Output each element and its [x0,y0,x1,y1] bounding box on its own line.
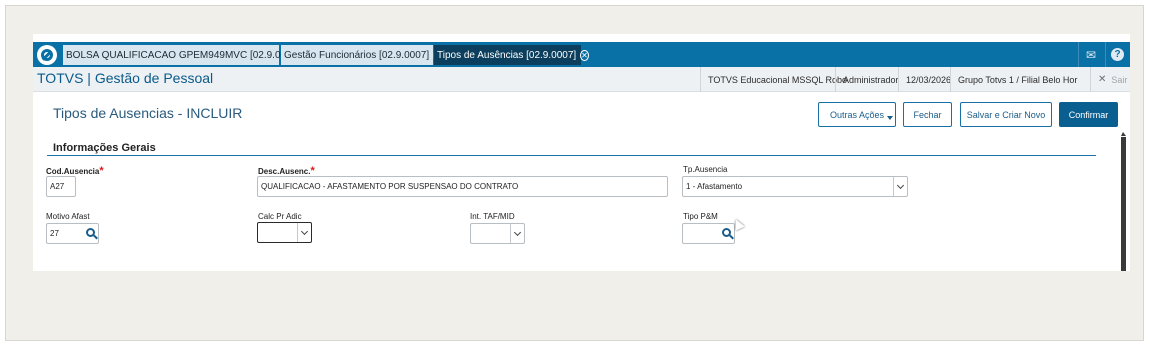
search-icon[interactable] [86,228,95,237]
other-actions-button[interactable]: Outras Ações [818,102,896,127]
tp-ausencia-select[interactable]: 1 - Afastamento [682,176,908,197]
other-actions-label: Outras Ações [829,109,885,120]
tab-bar: BOLSA QUALIFICACAO GPEM949MVC [02.9.0007… [33,42,1130,67]
app-header: TOTVS | Gestão de Pessoal TOTVS Educacio… [33,67,1130,92]
tab-bolsa-qualificacao[interactable]: BOLSA QUALIFICACAO GPEM949MVC [02.9.0007… [63,45,313,65]
divider [1078,42,1079,67]
tab-label: Gestão Funcionários [02.9.0007] [284,49,430,61]
chevron-down-icon[interactable] [510,224,524,243]
mail-icon[interactable]: ✉ [1081,46,1101,64]
page-title: Tipos de Ausencias - INCLUIR [53,105,243,121]
app-title: TOTVS | Gestão de Pessoal [37,70,214,86]
tab-label: BOLSA QUALIFICACAO GPEM949MVC [02.9.0007… [66,49,300,61]
required-mark: * [99,165,104,177]
motivo-afast-field[interactable]: 27 [46,223,99,244]
field-value: 27 [50,229,59,238]
int-taf-mid-label: Int. TAF/MID [470,212,515,221]
motivo-afast-label: Motivo Afast [46,212,90,221]
cod-ausencia-field[interactable]: A27 [46,176,76,197]
desc-ausenc-field[interactable]: QUALIFICACAO - AFASTAMENTO POR SUSPENSAO… [257,176,668,197]
exit-button[interactable]: ✕ Sair [1090,67,1130,92]
scrollbar[interactable] [1121,132,1126,271]
user-info[interactable]: Administrador [835,67,906,92]
close-button[interactable]: Fechar [903,102,952,127]
search-icon[interactable] [722,228,731,237]
caret-down-icon [887,116,893,120]
tp-ausencia-label: Tp.Ausencia [683,165,728,174]
label-text: Desc.Ausenc. [258,167,311,176]
section-divider [47,155,1096,156]
close-icon: ✕ [1098,74,1107,85]
chevron-down-icon[interactable] [893,177,907,196]
tipo-pm-field[interactable] [682,223,735,244]
app-container: BOLSA QUALIFICACAO GPEM949MVC [02.9.0007… [33,34,1130,271]
tab-tipos-de-ausencias[interactable]: Tipos de Ausências [02.9.0007] ✕ [434,45,589,65]
calc-pr-adic-label: Calc Pr Adic [258,212,302,221]
calc-pr-adic-select[interactable] [257,222,312,243]
tipo-pm-label: Tipo P&M [683,212,718,221]
tab-label: Tipos de Ausências [02.9.0007] [437,49,577,61]
section-title: Informações Gerais [53,142,156,154]
divider [1105,42,1106,67]
window-frame: BOLSA QUALIFICACAO GPEM949MVC [02.9.0007… [5,5,1144,341]
close-tab-icon[interactable]: ✕ [580,49,589,61]
exit-label: Sair [1111,74,1128,85]
int-taf-mid-select[interactable] [470,223,525,244]
selected-value: 1 - Afastamento [686,182,743,191]
confirm-button[interactable]: Confirmar [1059,102,1118,127]
environment-info[interactable]: TOTVS Educacional MSSQL Robo [700,67,854,92]
label-text: Cod.Ausencia [46,167,100,176]
totvs-logo-icon[interactable] [37,45,57,65]
chevron-down-icon[interactable] [297,223,311,242]
save-and-create-new-button[interactable]: Salvar e Criar Novo [960,102,1052,127]
help-icon[interactable]: ? [1111,48,1124,61]
branch-info[interactable]: Grupo Totvs 1 / Filial Belo Hor [950,67,1084,92]
tab-gestao-funcionarios[interactable]: Gestão Funcionários [02.9.0007] ✕ [281,45,442,65]
